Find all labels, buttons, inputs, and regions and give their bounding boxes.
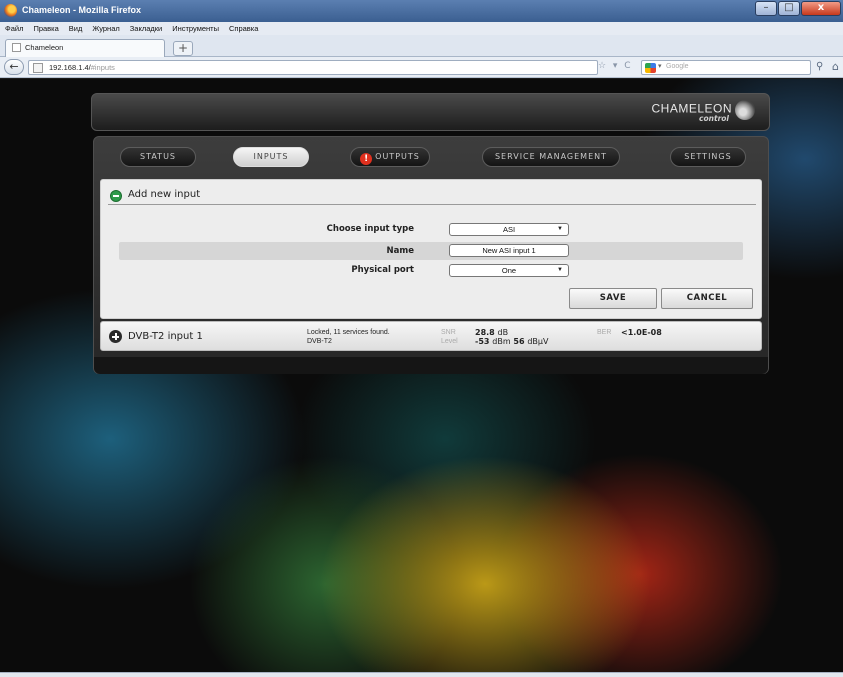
menu-history[interactable]: Журнал — [92, 22, 119, 35]
chameleon-logo: CHAMELEON control — [651, 100, 755, 126]
tab-outputs-label: OUTPUTS — [375, 152, 420, 161]
app-panel: STATUS INPUTS ! OUTPUTS SERVICE MANAGEMEN… — [93, 136, 769, 374]
panel-footer — [94, 357, 768, 374]
level-label: Level — [441, 338, 458, 345]
window-controls: – □ x — [755, 1, 841, 16]
search-bar[interactable]: ▾ Google — [641, 60, 811, 75]
maximize-button[interactable]: □ — [778, 1, 800, 16]
ber-label: BER — [597, 329, 612, 336]
home-icon[interactable]: ⌂ — [832, 60, 839, 73]
tab-inputs[interactable]: INPUTS — [233, 147, 309, 167]
chameleon-swirl-icon — [735, 100, 755, 120]
level-dbm-unit: dBm — [492, 337, 511, 346]
alert-icon: ! — [360, 153, 373, 165]
window-title: Chameleon - Mozilla Firefox — [22, 5, 142, 15]
name-label: Name — [386, 246, 414, 256]
page-favicon-icon — [12, 43, 21, 52]
level-dbuv-unit: dBµV — [527, 337, 549, 346]
back-button[interactable]: ← — [4, 59, 24, 75]
firefox-icon — [4, 4, 17, 17]
name-row-highlight — [119, 242, 743, 260]
standard-text: DVB-T2 — [307, 338, 332, 345]
dropdown-arrow-icon: ▼ — [557, 267, 563, 273]
physical-port-label: Physical port — [351, 265, 414, 275]
search-magnifier-icon[interactable]: ⚲ — [816, 61, 823, 72]
input-type-value: ASI — [502, 225, 516, 234]
snr-value: 28.8 dB — [475, 328, 508, 337]
add-input-form: Add new input Choose input type ASI ▼ Na… — [100, 179, 762, 319]
level-value: -53 dBm 56 dBµV — [475, 337, 548, 346]
snr-label: SNR — [441, 329, 456, 336]
main-tabs: STATUS INPUTS ! OUTPUTS SERVICE MANAGEMEN… — [94, 147, 768, 169]
physical-port-select[interactable]: One ▼ — [449, 264, 569, 277]
bookmark-star-reload-icons[interactable]: ☆ ▾ C — [598, 61, 633, 71]
cancel-button[interactable]: CANCEL — [661, 288, 753, 309]
level-dbm: -53 — [475, 337, 490, 346]
logo-subtitle: control — [699, 114, 729, 123]
input-name: DVB-T2 input 1 — [128, 331, 203, 342]
collapse-minus-icon[interactable] — [110, 190, 122, 202]
menu-file[interactable]: Файл — [5, 22, 23, 35]
tab-status[interactable]: STATUS — [120, 147, 196, 167]
snr-number: 28.8 — [475, 328, 495, 337]
save-button[interactable]: SAVE — [569, 288, 657, 309]
browser-tab-label: Chameleon — [25, 43, 64, 52]
tab-settings[interactable]: SETTINGS — [670, 147, 746, 167]
menu-bookmarks[interactable]: Закладки — [130, 22, 162, 35]
google-icon[interactable] — [645, 63, 656, 73]
menu-help[interactable]: Справка — [229, 22, 258, 35]
close-button[interactable]: x — [801, 1, 841, 16]
minimize-button[interactable]: – — [755, 1, 777, 16]
url-path: #inputs — [90, 63, 115, 72]
url-text: 192.168.1.4/#inputs — [49, 62, 115, 74]
search-placeholder: Google — [666, 63, 689, 70]
tab-bar: Chameleon + — [0, 35, 843, 57]
name-input[interactable]: New ASI input 1 — [449, 244, 569, 257]
menu-bar: Файл Правка Вид Журнал Закладки Инструме… — [0, 22, 843, 35]
site-identity-icon[interactable] — [33, 63, 43, 73]
dropdown-arrow-icon: ▼ — [557, 226, 563, 232]
app-header: CHAMELEON control — [91, 93, 770, 131]
input-type-label: Choose input type — [326, 224, 414, 234]
lock-status-text: Locked, 11 services found. — [307, 329, 390, 336]
browser-tab[interactable]: Chameleon — [5, 39, 165, 57]
tab-service-management[interactable]: SERVICE MANAGEMENT — [482, 147, 620, 167]
physical-port-value: One — [501, 266, 517, 275]
input-row-dvb-t2[interactable]: DVB-T2 input 1 Locked, 11 services found… — [100, 321, 762, 351]
new-tab-button[interactable]: + — [173, 41, 193, 56]
tab-outputs[interactable]: ! OUTPUTS — [350, 147, 430, 167]
url-host: 192.168.1.4/ — [49, 63, 91, 72]
snr-unit: dB — [497, 328, 509, 337]
level-dbuv: 56 — [513, 337, 525, 346]
expand-plus-icon[interactable] — [109, 330, 122, 343]
form-header: Add new input — [108, 187, 756, 205]
navigation-bar: ← 192.168.1.4/#inputs ☆ ▾ C ▾ Google ⚲ ⌂ — [0, 57, 843, 78]
status-bar — [0, 672, 843, 677]
ber-value: <1.0E-08 — [621, 328, 662, 337]
search-engine-dropdown-icon[interactable]: ▾ — [658, 62, 662, 70]
window-titlebar: Chameleon - Mozilla Firefox – □ x — [0, 0, 843, 22]
menu-tools[interactable]: Инструменты — [172, 22, 219, 35]
form-title: Add new input — [128, 189, 201, 200]
menu-edit[interactable]: Правка — [33, 22, 58, 35]
url-bar[interactable]: 192.168.1.4/#inputs — [28, 60, 598, 75]
input-type-select[interactable]: ASI ▼ — [449, 223, 569, 236]
menu-view[interactable]: Вид — [69, 22, 83, 35]
